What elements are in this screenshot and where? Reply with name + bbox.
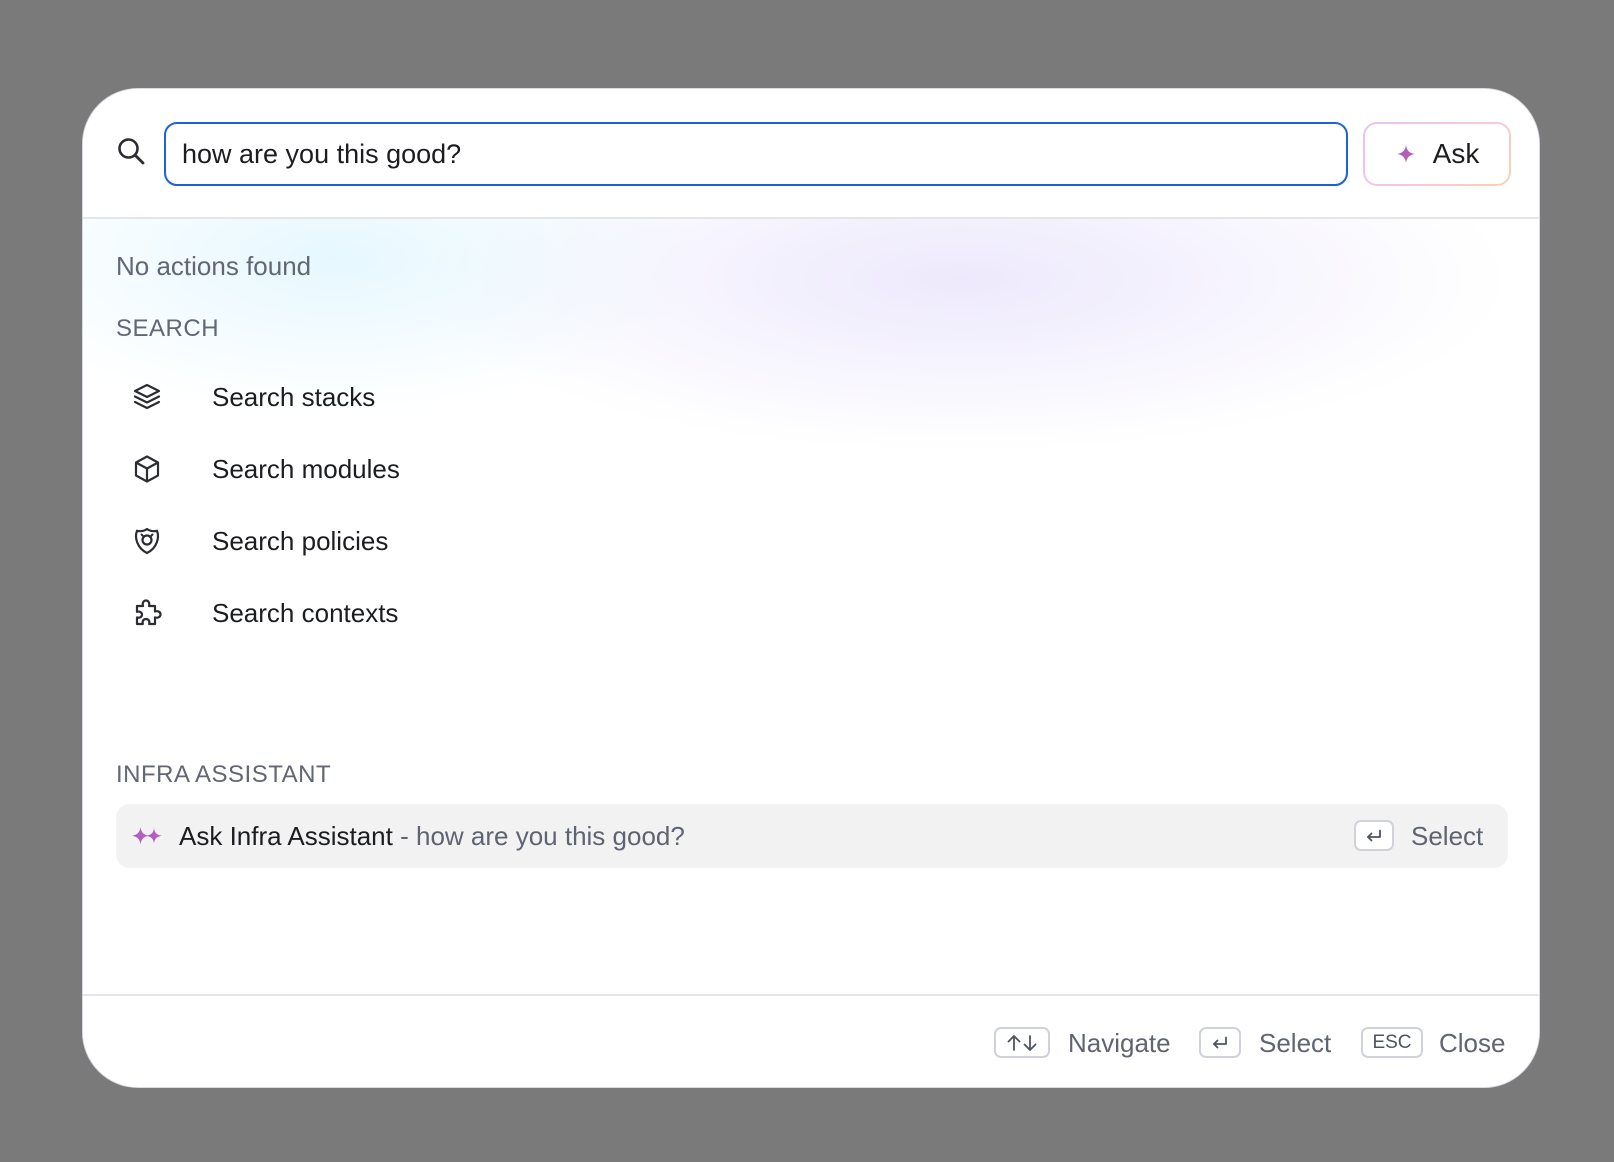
cube-icon bbox=[134, 455, 160, 483]
command-palette-header: Ask bbox=[83, 89, 1539, 219]
ask-button-label: Ask bbox=[1432, 138, 1480, 169]
select-label: Select bbox=[1259, 1028, 1332, 1058]
search-stacks-label: Search stacks bbox=[212, 382, 376, 412]
sparkles-icon bbox=[132, 827, 162, 845]
enter-key-hint bbox=[1354, 820, 1394, 851]
empty-message: No actions found bbox=[116, 251, 312, 281]
sparkle-icon bbox=[1396, 144, 1415, 164]
search-icon bbox=[118, 138, 145, 165]
search-contexts-label: Search contexts bbox=[212, 598, 399, 628]
search-policies-item[interactable]: Search policies bbox=[116, 513, 1508, 569]
select-key-hint bbox=[1199, 1027, 1241, 1058]
stack-layers-icon bbox=[133, 383, 161, 410]
search-contexts-item[interactable]: Search contexts bbox=[116, 585, 1508, 641]
results-panel: No actions found SEARCH Search stacks Se… bbox=[83, 219, 1539, 994]
section-heading-search: SEARCH bbox=[116, 315, 220, 342]
ask-button[interactable]: Ask bbox=[1363, 122, 1511, 186]
search-policies-label: Search policies bbox=[212, 526, 389, 556]
esc-key-hint: ESC bbox=[1361, 1027, 1423, 1058]
search-modules-item[interactable]: Search modules bbox=[116, 441, 1508, 497]
enter-icon bbox=[1367, 829, 1381, 841]
assistant-select-hint: Select bbox=[1411, 821, 1484, 851]
command-palette-modal: Ask No actions found SEARCH Search stack… bbox=[82, 88, 1540, 1088]
policy-badge-icon bbox=[134, 527, 160, 555]
ask-infra-assistant-label: Ask Infra Assistant - how are you this g… bbox=[179, 804, 685, 868]
assistant-query: - how are you this good? bbox=[392, 821, 685, 851]
arrow-up-down-icon bbox=[1007, 1034, 1037, 1051]
search-input[interactable] bbox=[164, 122, 1348, 186]
close-label: Close bbox=[1439, 1028, 1506, 1058]
keyboard-hints-footer: Navigate Select ESC Close bbox=[83, 994, 1539, 1087]
section-heading-infra-assistant: INFRA ASSISTANT bbox=[116, 761, 332, 788]
puzzle-icon bbox=[135, 599, 162, 626]
ask-infra-assistant-item[interactable]: Ask Infra Assistant - how are you this g… bbox=[116, 804, 1508, 868]
enter-icon bbox=[1213, 1036, 1227, 1048]
navigate-key-hint bbox=[994, 1027, 1050, 1058]
navigate-label: Navigate bbox=[1068, 1028, 1171, 1058]
assistant-title: Ask Infra Assistant bbox=[179, 821, 393, 851]
search-modules-label: Search modules bbox=[212, 454, 400, 484]
search-stacks-item[interactable]: Search stacks bbox=[116, 369, 1508, 425]
